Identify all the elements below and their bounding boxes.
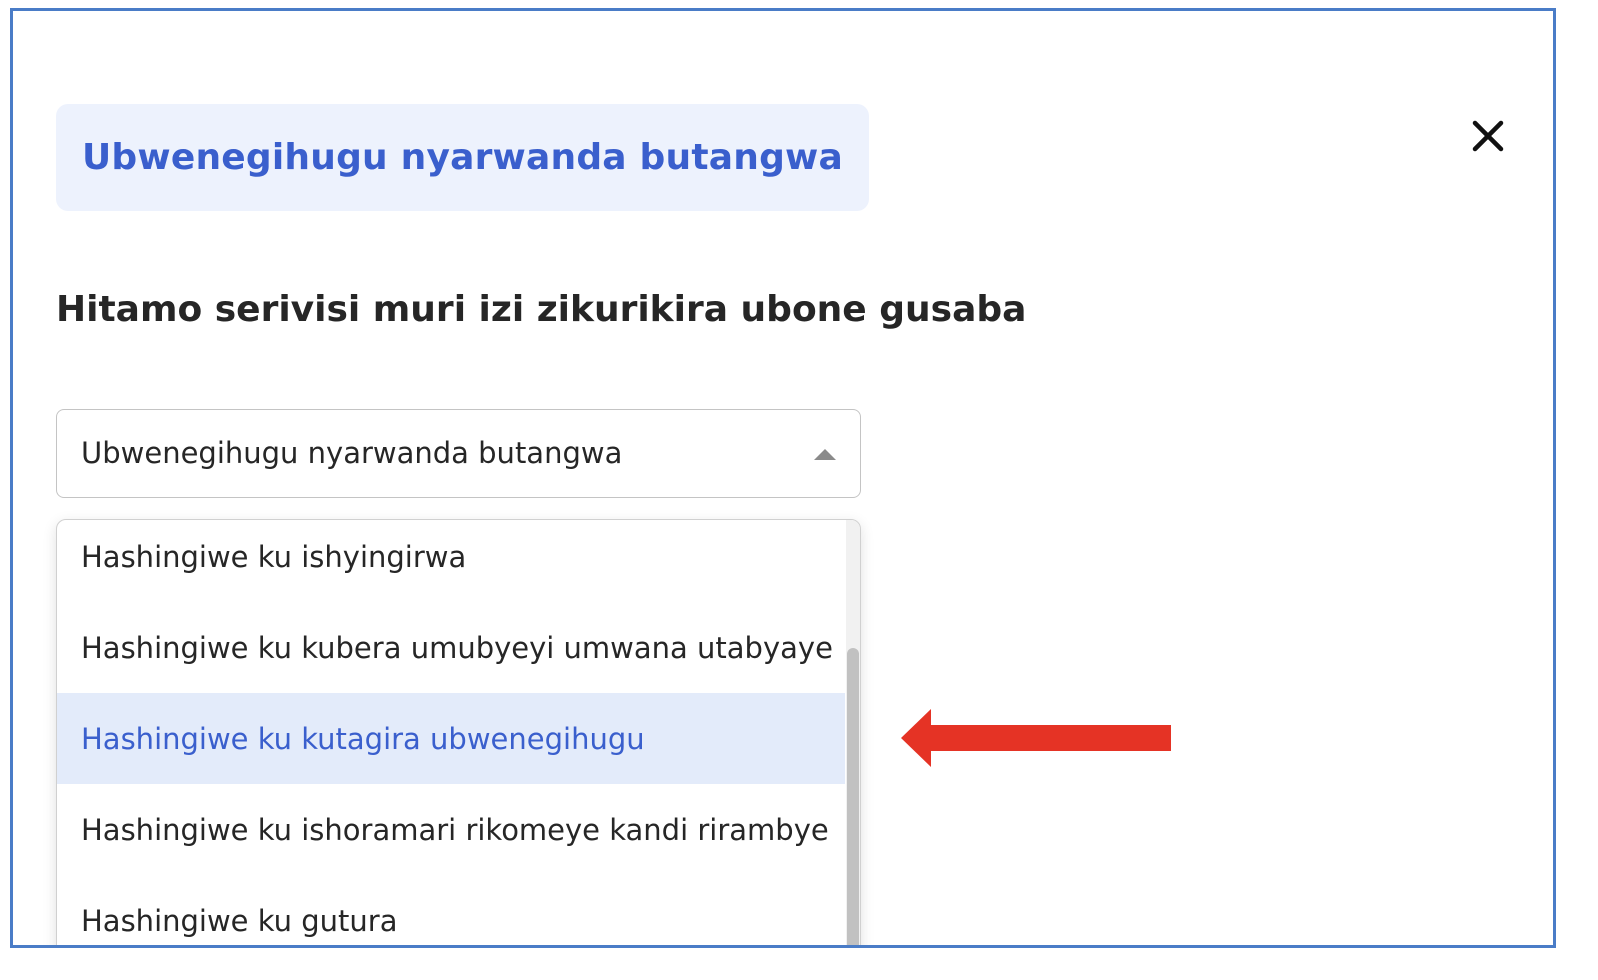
option-label: Hashingiwe ku ishyingirwa	[81, 539, 467, 574]
service-select[interactable]: Ubwenegihugu nyarwanda butangwa	[56, 409, 861, 498]
dropdown-option[interactable]: Hashingiwe ku kubera umubyeyi umwana uta…	[57, 602, 845, 693]
page-title: Ubwenegihugu nyarwanda butangwa	[82, 137, 843, 178]
option-label: Hashingiwe ku gutura	[81, 903, 398, 938]
service-title-banner: Ubwenegihugu nyarwanda butangwa	[56, 104, 869, 211]
dropdown-option[interactable]: Hashingiwe ku ishoramari rikomeye kandi …	[57, 784, 845, 875]
close-icon	[1472, 120, 1504, 152]
select-current-value: Ubwenegihugu nyarwanda butangwa	[81, 436, 623, 470]
scrollbar-thumb[interactable]	[847, 648, 859, 945]
option-label: Hashingiwe ku kutagira ubwenegihugu	[81, 721, 645, 756]
dialog-frame: Ubwenegihugu nyarwanda butangwa Hitamo s…	[10, 8, 1556, 948]
dropdown-scrollbar[interactable]	[846, 520, 860, 945]
select-prompt: Hitamo serivisi muri izi zikurikira ubon…	[56, 289, 1027, 330]
close-button[interactable]	[1463, 111, 1513, 161]
caret-up-icon	[814, 449, 836, 460]
dropdown-option[interactable]: Hashingiwe ku ishyingirwa	[57, 520, 845, 602]
dropdown-list[interactable]: Hashingiwe ku ishyingirwa Hashingiwe ku …	[56, 519, 861, 945]
red-arrow-icon	[901, 709, 1171, 767]
dropdown-option-selected[interactable]: Hashingiwe ku kutagira ubwenegihugu	[57, 693, 845, 784]
option-label: Hashingiwe ku kubera umubyeyi umwana uta…	[81, 630, 833, 665]
option-label: Hashingiwe ku ishoramari rikomeye kandi …	[81, 812, 829, 847]
dropdown-option[interactable]: Hashingiwe ku gutura	[57, 875, 845, 945]
